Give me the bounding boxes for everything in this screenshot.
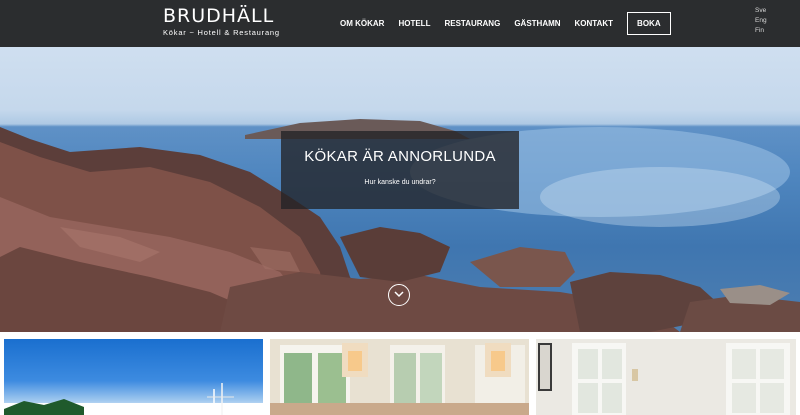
site-header: BRUDHÄLL Kökar ~ Hotell & Restaurang OM … <box>0 0 800 47</box>
language-switcher: Sve Eng Fin <box>755 6 767 36</box>
hero-subtitle[interactable]: Hur kanske du undrar? <box>281 179 519 186</box>
hero-caption: KÖKAR ÄR ANNORLUNDA Hur kanske du undrar… <box>281 131 519 209</box>
scroll-down-button[interactable] <box>388 284 410 306</box>
lang-fin[interactable]: Fin <box>755 26 767 36</box>
nav-item-om-kokar[interactable]: OM KÖKAR <box>340 19 384 28</box>
logo[interactable]: BRUDHÄLL Kökar ~ Hotell & Restaurang <box>163 6 280 38</box>
book-button[interactable]: BOKA <box>627 12 671 35</box>
hero-title: KÖKAR ÄR ANNORLUNDA <box>304 148 496 165</box>
chevron-down-icon <box>394 291 404 298</box>
nav-item-restaurang[interactable]: RESTAURANG <box>444 19 500 28</box>
restaurant-image <box>270 339 529 415</box>
hero-banner: KÖKAR ÄR ANNORLUNDA Hur kanske du undrar… <box>0 47 800 332</box>
lang-sve[interactable]: Sve <box>755 6 767 16</box>
nav-item-kontakt[interactable]: KONTAKT <box>575 19 614 28</box>
thumbnail-restaurant[interactable] <box>270 339 529 415</box>
thumbnail-hotel-room[interactable] <box>536 339 796 415</box>
harbour-image <box>4 383 263 415</box>
nav-item-hotell[interactable]: HOTELL <box>398 19 430 28</box>
main-nav: OM KÖKAR HOTELL RESTAURANG GÄSTHAMN KONT… <box>340 0 671 47</box>
lang-eng[interactable]: Eng <box>755 16 767 26</box>
logo-tagline: Kökar ~ Hotell & Restaurang <box>163 28 280 37</box>
hotel-room-image <box>536 339 796 415</box>
thumbnail-harbour[interactable] <box>4 339 263 415</box>
logo-title: BRUDHÄLL <box>163 5 275 27</box>
nav-item-gasthamn[interactable]: GÄSTHAMN <box>514 19 560 28</box>
